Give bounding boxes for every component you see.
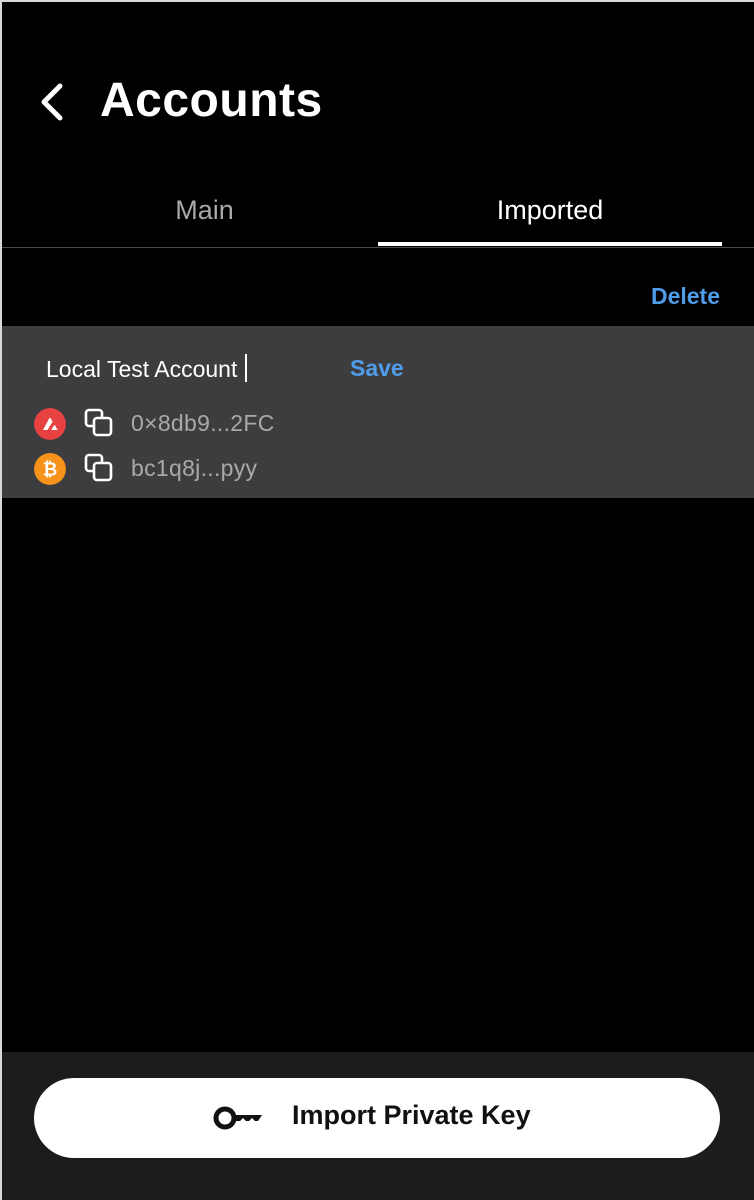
tab-main[interactable]: Main	[32, 192, 377, 240]
bitcoin-address: bc1q8j...pyy	[131, 455, 258, 481]
tab-bar: Main Imported	[2, 178, 754, 248]
import-private-key-button[interactable]: Import Private Key	[34, 1078, 720, 1158]
active-tab-indicator	[378, 242, 722, 246]
accounts-screen: Accounts Main Imported Delete Save 0×8db…	[0, 0, 754, 1200]
copy-icon[interactable]	[82, 406, 116, 440]
save-button[interactable]: Save	[350, 355, 404, 382]
text-caret	[245, 354, 247, 382]
svg-text:₿: ₿	[43, 460, 58, 481]
address-row-bitcoin: ₿ bc1q8j...pyy	[34, 451, 434, 487]
bitcoin-icon: ₿	[34, 453, 66, 485]
back-button[interactable]	[32, 78, 76, 126]
tab-imported[interactable]: Imported	[378, 192, 722, 240]
chevron-left-icon	[41, 83, 63, 121]
account-name-input[interactable]	[32, 348, 346, 390]
delete-button[interactable]: Delete	[651, 283, 720, 310]
address-row-avalanche: 0×8db9...2FC	[34, 406, 434, 442]
footer: Import Private Key	[2, 1052, 754, 1200]
account-card[interactable]: Save 0×8db9...2FC ₿ bc1q8j...pyy	[2, 326, 754, 498]
copy-icon[interactable]	[82, 451, 116, 485]
import-private-key-label: Import Private Key	[292, 1100, 531, 1130]
page-title: Accounts	[100, 74, 323, 127]
key-icon	[213, 1106, 262, 1130]
avalanche-address: 0×8db9...2FC	[131, 410, 275, 436]
avalanche-icon	[34, 408, 66, 440]
header: Accounts	[2, 2, 754, 192]
tabs-divider	[2, 247, 754, 248]
